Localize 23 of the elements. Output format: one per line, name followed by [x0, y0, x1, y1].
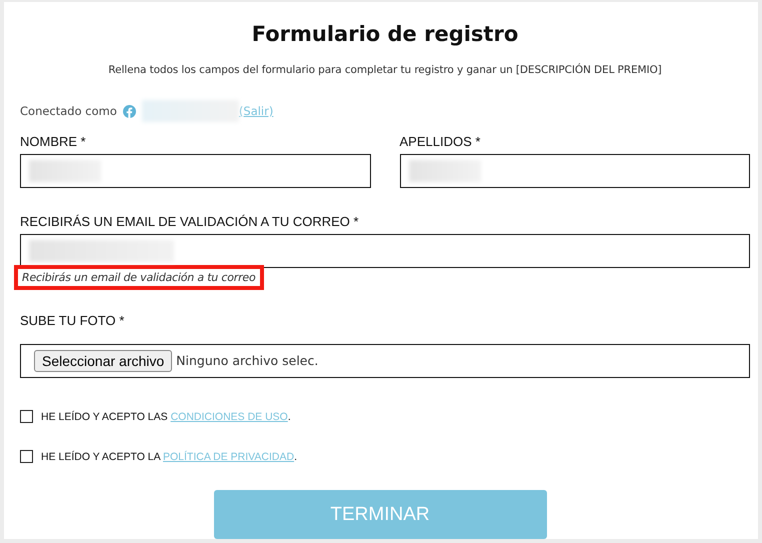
choose-file-button[interactable]: Seleccionar archivo [34, 350, 172, 372]
email-field[interactable] [20, 234, 750, 268]
field-label: SUBE TU FOTO * [20, 312, 126, 328]
agreement-text: HE LEÍDO Y ACEPTO LAS CONDICIONES DE USO. [41, 410, 291, 422]
logout-link[interactable]: (Salir) [238, 104, 274, 118]
connected-label: Conectado como [20, 104, 117, 118]
file-field[interactable]: Seleccionar archivo Ninguno archivo selec. [20, 344, 750, 378]
agreement-link[interactable]: CONDICIONES DE USO [170, 410, 288, 422]
facebook-icon [122, 104, 136, 118]
submit-button[interactable]: TERMINAR [214, 490, 546, 539]
agreement-link[interactable]: POLÍTICA DE PRIVACIDAD [162, 450, 294, 462]
form-subtitle: Rellena todos los campos del formulario para completar tu registro y ganar un [DESCRIPCIÓN DEL PREMIO] [107, 64, 663, 76]
agreement-text: HE LEÍDO Y ACEPTO LA POLÍTICA DE PRIVACIDAD. [41, 450, 297, 462]
form-title: Formulario de registro [250, 22, 520, 46]
checkbox[interactable] [20, 450, 33, 463]
text-field[interactable] [20, 154, 370, 188]
field-label: RECIBIRÁS UN EMAIL DE VALIDACIÓN A TU CORREO * [20, 214, 360, 229]
field-hint: Recibirás un email de validación a tu correo [14, 265, 264, 290]
text-field[interactable] [400, 154, 750, 188]
field-label: NOMBRE * [20, 134, 87, 149]
file-status: Ninguno archivo selec. [176, 353, 318, 368]
checkbox[interactable] [20, 410, 33, 423]
field-label: APELLIDOS * [400, 134, 482, 149]
